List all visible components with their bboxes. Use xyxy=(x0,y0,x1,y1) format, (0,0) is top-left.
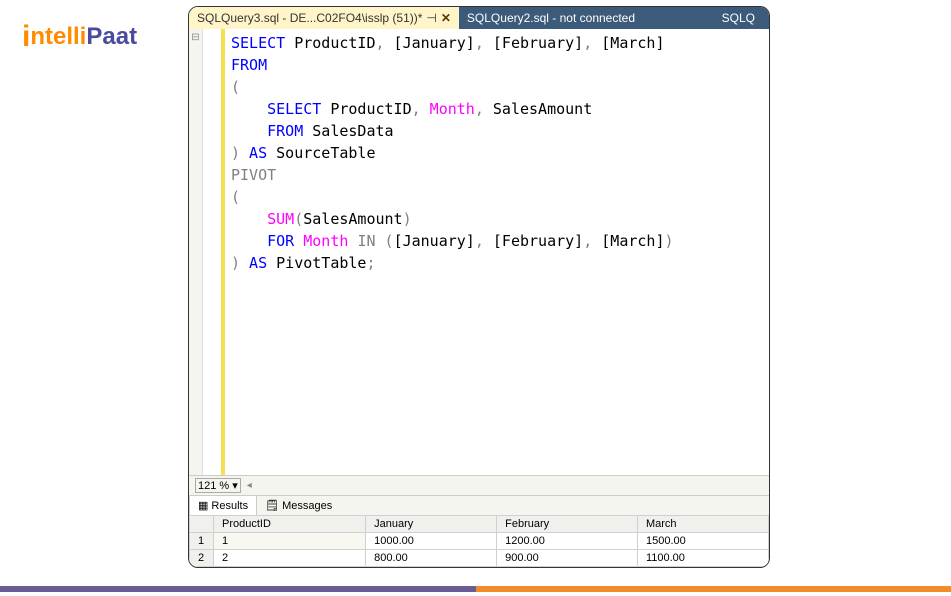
tab-messages-label: Messages xyxy=(282,500,332,512)
cell[interactable]: 1500.00 xyxy=(637,533,768,550)
corner-cell xyxy=(190,516,214,533)
row-number: 1 xyxy=(190,533,214,550)
results-tabs: ▦ Results 🗒 Messages xyxy=(189,495,769,515)
footer-purple xyxy=(0,586,476,592)
logo-text-1: ntelli xyxy=(30,23,86,51)
cell[interactable]: 1100.00 xyxy=(637,550,768,567)
footer-border xyxy=(0,586,951,592)
tab-cluster-label: SQLQ xyxy=(722,11,761,25)
cell[interactable]: 1200.00 xyxy=(497,533,638,550)
cell[interactable]: 2 xyxy=(214,550,366,567)
col-header[interactable]: March xyxy=(637,516,768,533)
tab-inactive[interactable]: SQLQuery2.sql - not connected SQLQ xyxy=(459,7,769,29)
logo-icon: i xyxy=(22,20,30,54)
collapse-icon[interactable]: ⊟ xyxy=(191,32,199,43)
scroll-left-icon[interactable]: ◂ xyxy=(247,480,252,491)
col-header[interactable]: January xyxy=(366,516,497,533)
table-row[interactable]: 1 1 1000.00 1200.00 1500.00 xyxy=(190,533,769,550)
chevron-down-icon: ▾ xyxy=(232,480,238,492)
results-grid[interactable]: ProductID January February March 1 1 100… xyxy=(189,515,769,567)
code-editor[interactable]: SELECT ProductID, [January], [February],… xyxy=(225,29,769,475)
tab-messages[interactable]: 🗒 Messages xyxy=(257,496,340,515)
col-header[interactable]: February xyxy=(497,516,638,533)
tab-active-label: SQLQuery3.sql - DE...C02FO4\isslp (51))* xyxy=(197,11,422,25)
cell[interactable]: 1000.00 xyxy=(366,533,497,550)
tab-bar: SQLQuery3.sql - DE...C02FO4\isslp (51))*… xyxy=(189,7,769,29)
zoom-select[interactable]: 121 % ▾ xyxy=(195,478,241,493)
tab-results-label: Results xyxy=(211,500,248,512)
tab-results[interactable]: ▦ Results xyxy=(189,496,257,515)
pin-icon[interactable]: ⊣ xyxy=(426,11,436,25)
zoom-value: 121 % xyxy=(198,480,229,492)
editor-window: SQLQuery3.sql - DE...C02FO4\isslp (51))*… xyxy=(188,6,770,568)
cell[interactable]: 1 xyxy=(214,533,366,550)
zoom-bar: 121 % ▾ ◂ xyxy=(189,475,769,495)
footer-orange xyxy=(476,586,951,592)
close-icon[interactable]: ✕ xyxy=(441,11,451,25)
col-header[interactable]: ProductID xyxy=(214,516,366,533)
logo-text-2: Paat xyxy=(86,23,137,51)
tab-inactive-label: SQLQuery2.sql - not connected xyxy=(467,11,635,25)
cell[interactable]: 900.00 xyxy=(497,550,638,567)
row-number: 2 xyxy=(190,550,214,567)
brand-logo: i ntelli Paat xyxy=(22,18,137,52)
table-row[interactable]: 2 2 800.00 900.00 1100.00 xyxy=(190,550,769,567)
tab-active[interactable]: SQLQuery3.sql - DE...C02FO4\isslp (51))*… xyxy=(189,7,459,29)
table-header-row: ProductID January February March xyxy=(190,516,769,533)
messages-icon: 🗒 xyxy=(265,499,279,512)
code-gutter: ⊟ xyxy=(189,29,203,475)
grid-icon: ▦ xyxy=(198,499,208,512)
cell[interactable]: 800.00 xyxy=(366,550,497,567)
code-area: ⊟ SELECT ProductID, [January], [February… xyxy=(189,29,769,475)
